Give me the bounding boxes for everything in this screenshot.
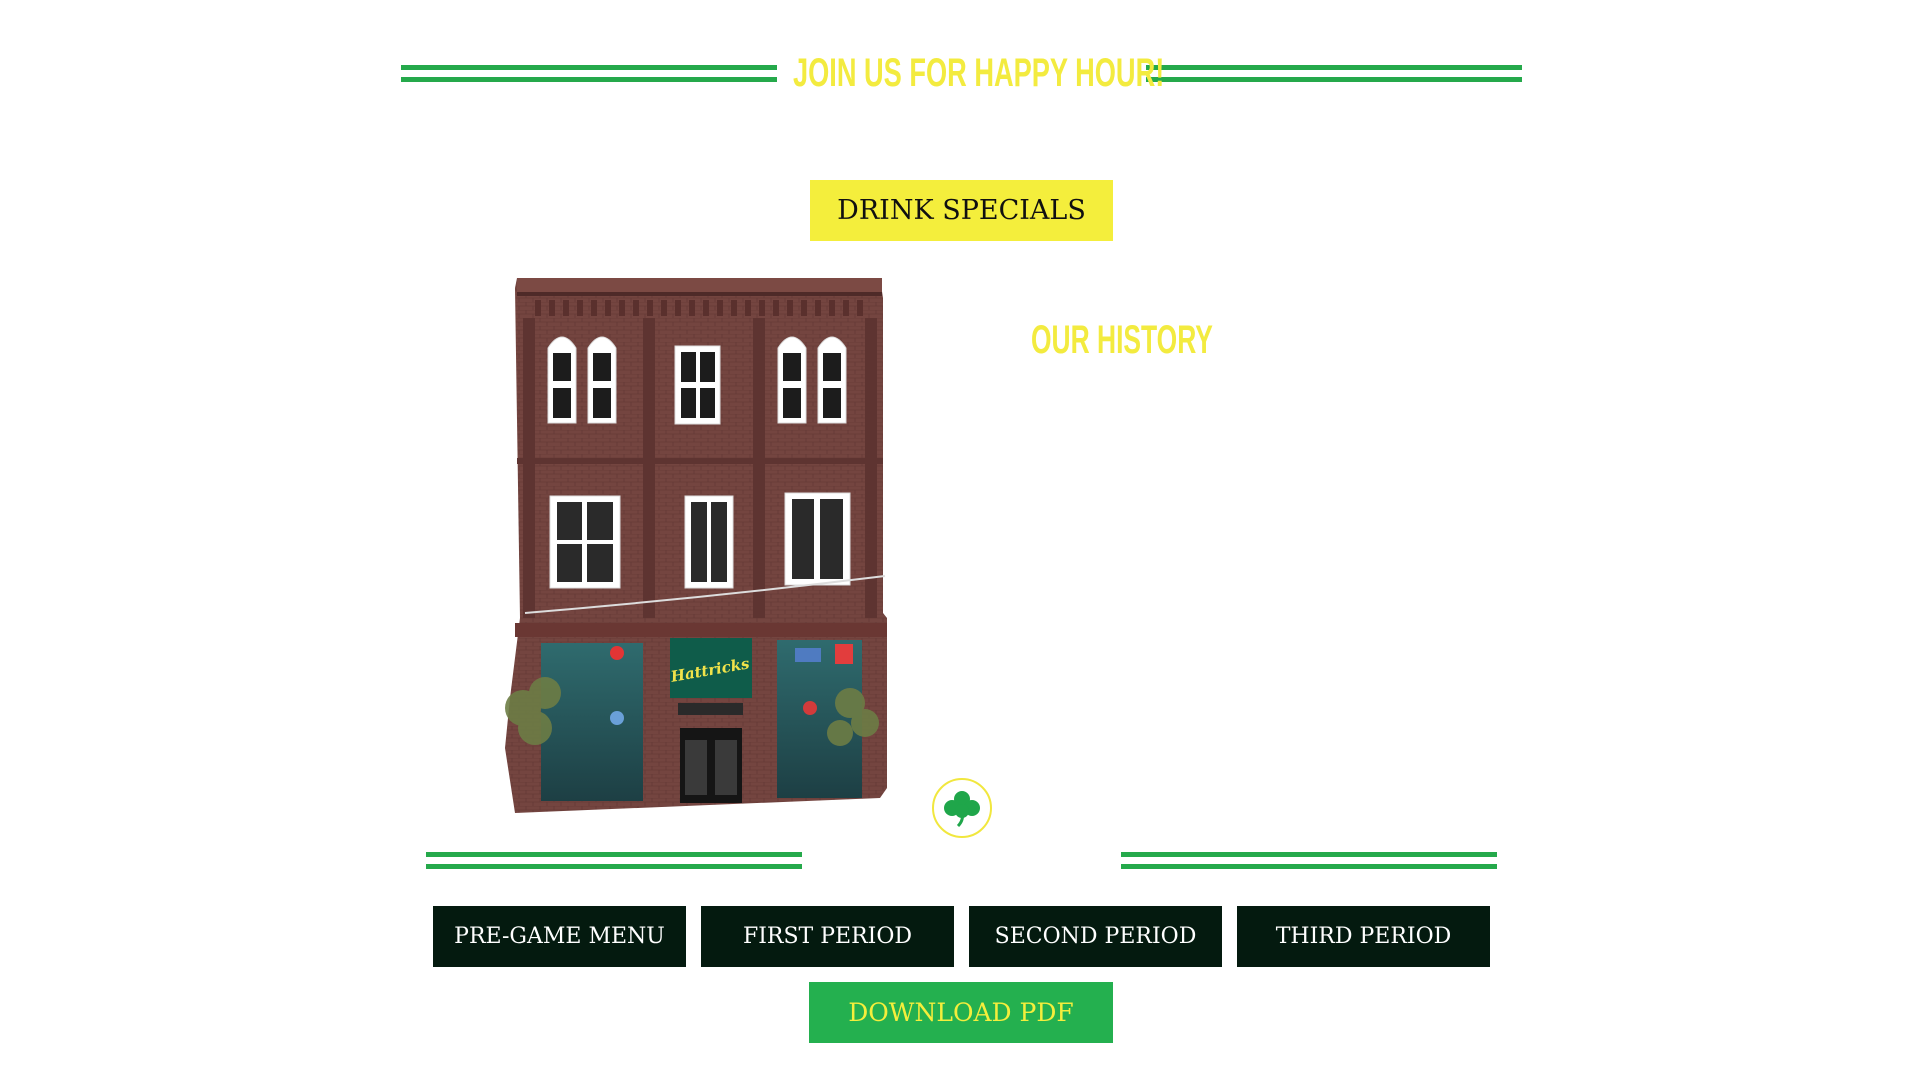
tab-second-period[interactable]: SECOND PERIOD <box>969 906 1222 967</box>
drink-specials-button[interactable]: DRINK SPECIALS <box>810 180 1113 241</box>
tab-third-period[interactable]: THIRD PERIOD <box>1237 906 1490 967</box>
happy-hour-title: JOIN US FOR HAPPY HOUR! <box>793 51 1165 95</box>
divider-left-bottom <box>426 852 802 870</box>
building-image: Hattricks <box>505 278 887 813</box>
divider-right-top <box>1146 65 1522 83</box>
tab-pre-game-menu[interactable]: PRE-GAME MENU <box>433 906 686 967</box>
shamrock-icon <box>932 778 992 838</box>
divider-left-top <box>401 65 777 83</box>
download-pdf-button[interactable]: DOWNLOAD PDF <box>809 982 1113 1043</box>
history-title: OUR HISTORY <box>1031 318 1213 362</box>
tab-first-period[interactable]: FIRST PERIOD <box>701 906 954 967</box>
divider-right-bottom <box>1121 852 1497 870</box>
